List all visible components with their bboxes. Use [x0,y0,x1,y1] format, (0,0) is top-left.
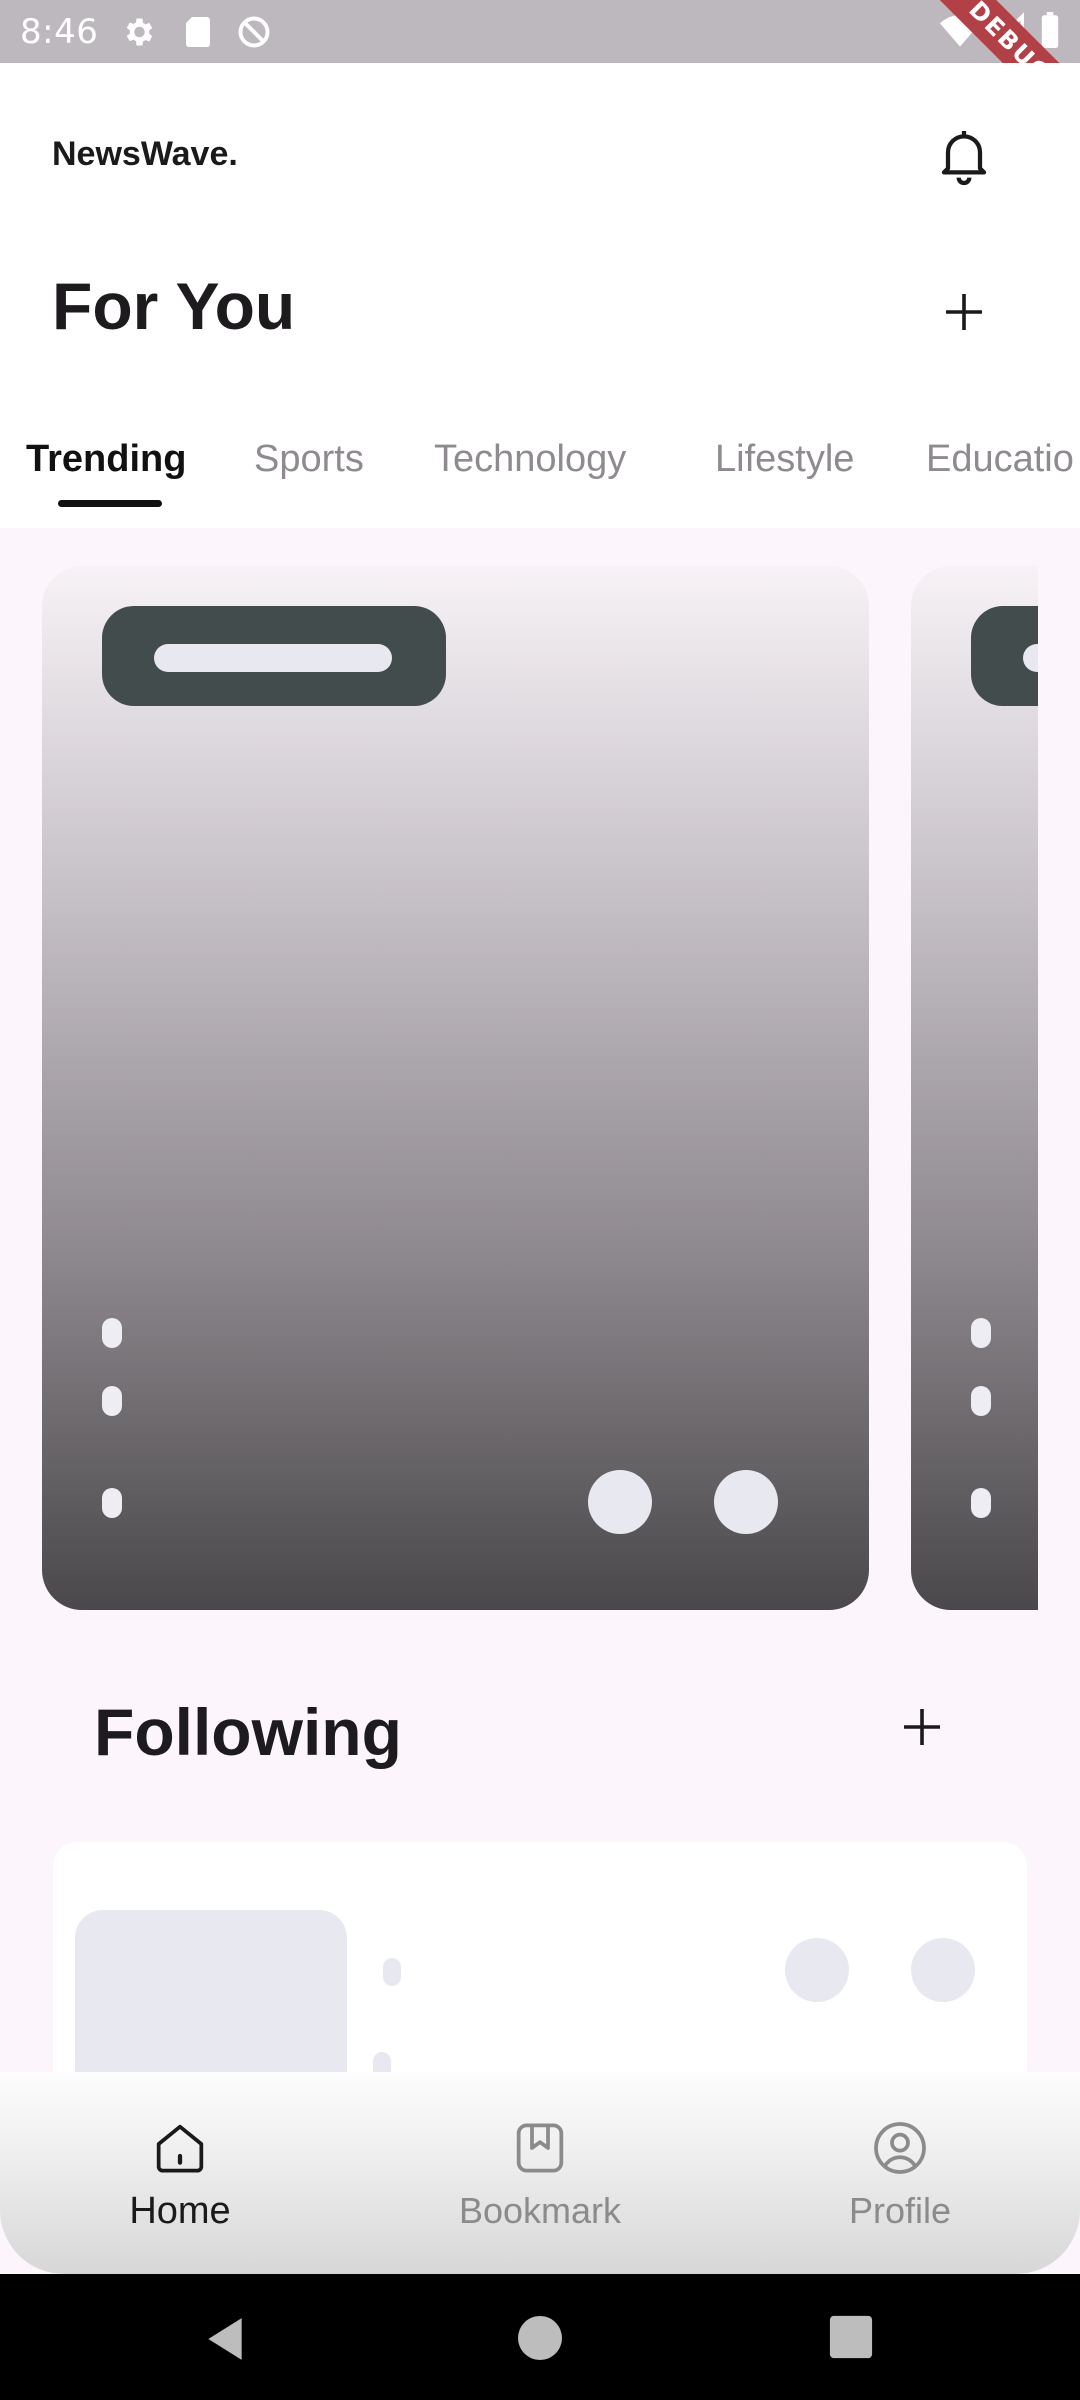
bookmark-icon [516,2123,564,2173]
home-icon [156,2124,204,2173]
tab-lifestyle[interactable]: Lifestyle [715,438,854,481]
gear-icon [126,18,153,46]
sd-card-icon [186,17,210,47]
nav-bookmark[interactable]: Bookmark [410,2116,670,2232]
system-navigation-bar [0,2274,1080,2400]
bell-icon[interactable] [932,123,996,187]
action-placeholder[interactable] [588,1470,652,1534]
tab-sports[interactable]: Sports [254,438,364,481]
badge-placeholder [154,644,392,672]
bottom-navigation: Home Bookmark Profile [0,2072,1080,2274]
action-placeholder[interactable] [785,1938,849,2002]
meta-placeholder [102,1386,122,1416]
do-not-disturb-icon [238,16,270,48]
app-header: NewsWave. For You [0,63,1080,418]
meta-placeholder [971,1318,991,1348]
following-title: Following [94,1695,402,1769]
profile-icon [874,2122,926,2174]
meta-placeholder [102,1318,122,1348]
following-card[interactable] [53,1842,1027,2110]
plus-icon[interactable] [898,1703,946,1751]
status-bar: 8:46 DEBUG [0,0,1080,149]
recents-icon[interactable] [828,2314,874,2360]
battery-icon [1041,12,1059,48]
plus-icon[interactable] [940,288,988,336]
tab-trending[interactable]: Trending [26,438,186,481]
category-badge [102,606,446,706]
status-time: 8:46 [20,12,99,52]
home-circle-icon[interactable] [516,2314,564,2362]
nav-profile-label: Profile [848,2190,952,2231]
page-title: For You [52,269,296,343]
meta-placeholder [971,1386,991,1416]
brand-logo: NewsWave. [52,135,238,173]
nav-home[interactable]: Home [50,2116,310,2233]
nav-bookmark-label: Bookmark [458,2190,622,2231]
category-tabs: Trending Sports Technology Lifestyle Edu… [0,418,1080,528]
carousel-edge [1038,566,1080,1610]
tab-technology[interactable]: Technology [434,438,626,481]
tab-education[interactable]: Educatio [926,438,1074,481]
meta-placeholder [971,1488,991,1518]
trending-card[interactable] [42,566,869,1610]
tab-indicator [58,500,162,507]
action-placeholder[interactable] [714,1470,778,1534]
text-placeholder [383,1958,401,1986]
action-placeholder[interactable] [911,1938,975,2002]
nav-home-label: Home [129,2190,231,2232]
nav-profile[interactable]: Profile [770,2116,1030,2232]
meta-placeholder [102,1488,122,1518]
back-icon[interactable] [200,2314,250,2364]
